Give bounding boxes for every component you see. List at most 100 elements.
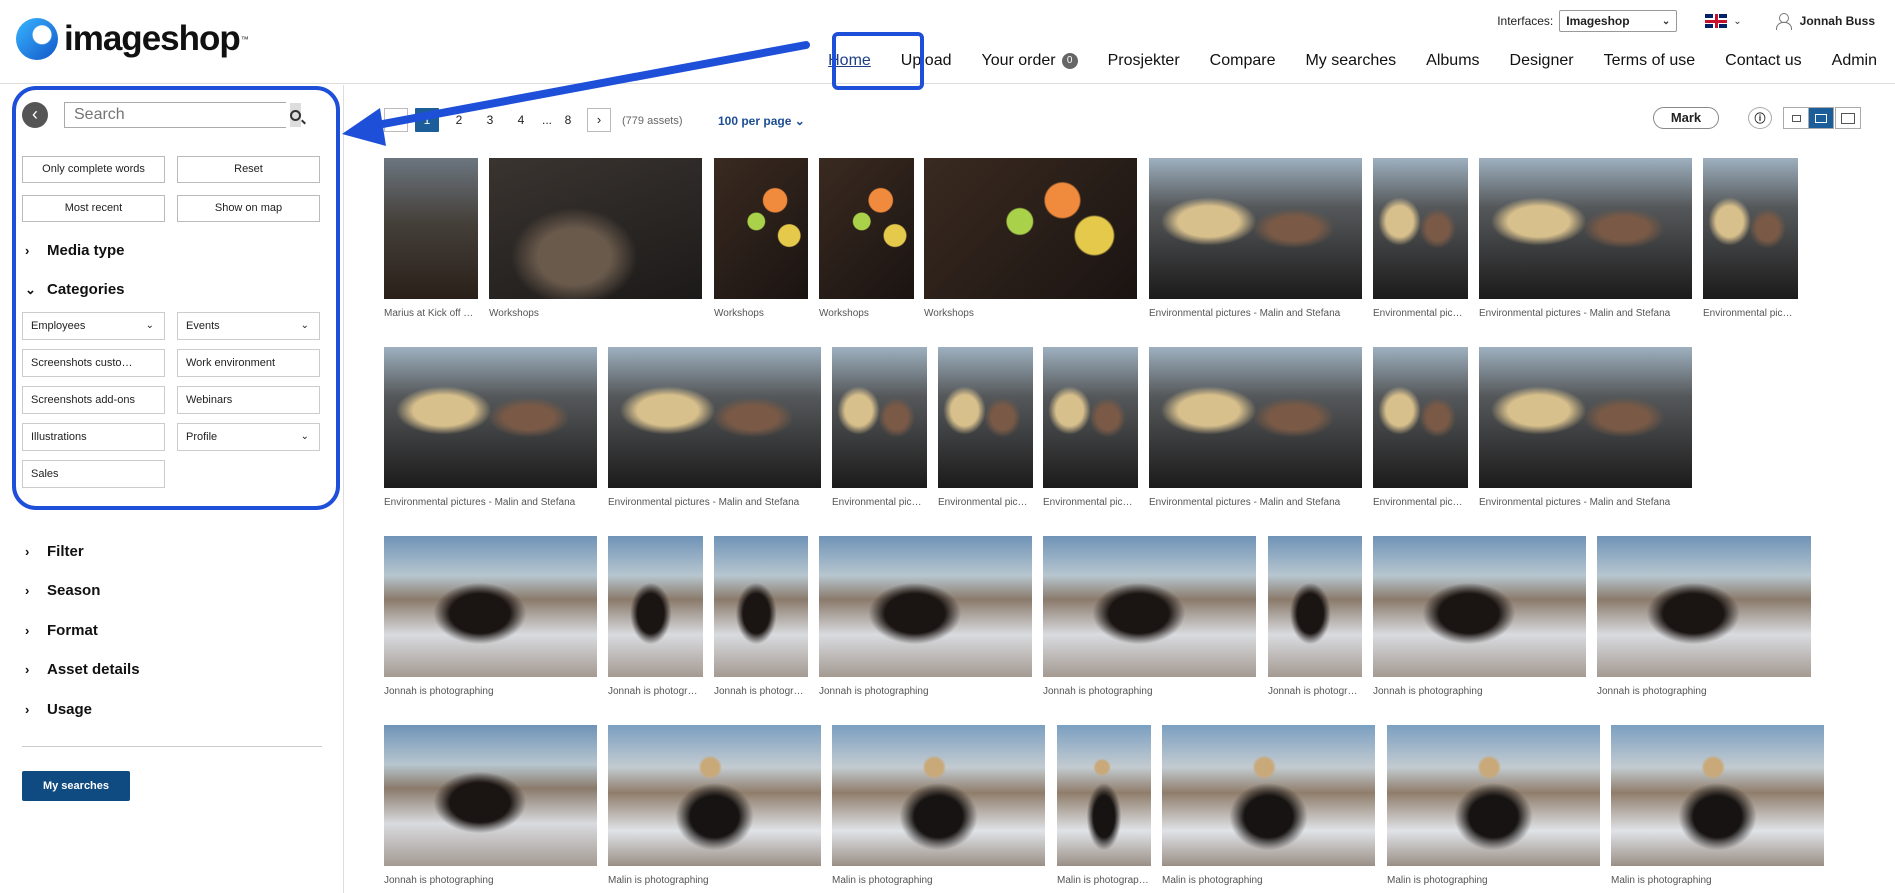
nav-designer[interactable]: Designer <box>1510 52 1574 70</box>
asset-thumbnail[interactable] <box>1479 158 1692 299</box>
category-label: Screenshots add-ons <box>31 394 135 406</box>
category-events[interactable]: Events ⌄ <box>177 312 320 340</box>
asset-thumbnail[interactable] <box>1373 536 1586 677</box>
chevron-down-icon[interactable]: ⌄ <box>1733 16 1741 27</box>
asset-thumbnail[interactable] <box>384 725 597 866</box>
asset-thumbnail[interactable] <box>832 347 927 488</box>
asset-caption: Malin is photograp… <box>1057 875 1149 886</box>
page-2[interactable]: 2 <box>447 108 471 132</box>
small-thumbnails-button[interactable] <box>1783 107 1809 129</box>
asset-thumbnail[interactable] <box>1268 536 1362 677</box>
nav-terms-of-use[interactable]: Terms of use <box>1604 52 1696 70</box>
category-screenshots-add-ons[interactable]: Screenshots add-ons <box>22 386 165 414</box>
asset-thumbnail[interactable] <box>819 158 914 299</box>
asset-thumbnail[interactable] <box>608 347 821 488</box>
reset-button[interactable]: Reset <box>177 156 320 183</box>
category-sales[interactable]: Sales <box>22 460 165 488</box>
page-3[interactable]: 3 <box>478 108 502 132</box>
category-screenshots-customers[interactable]: Screenshots custo… <box>22 349 165 377</box>
asset-thumbnail[interactable] <box>1703 158 1798 299</box>
uk-flag-icon[interactable] <box>1705 14 1728 28</box>
categories-toggle[interactable]: ⌄ Categories <box>25 281 125 298</box>
search-input[interactable] <box>65 103 290 127</box>
asset-caption: Environmental pic… <box>1703 308 1793 319</box>
search-button[interactable] <box>290 103 301 127</box>
asset-thumbnail[interactable] <box>1373 158 1468 299</box>
asset-thumbnail[interactable] <box>384 347 597 488</box>
my-searches-button[interactable]: My searches <box>22 771 130 801</box>
asset-thumbnail[interactable] <box>1597 536 1811 677</box>
asset-thumbnail[interactable] <box>1149 347 1362 488</box>
nav-admin[interactable]: Admin <box>1832 52 1877 70</box>
category-label: Webinars <box>186 394 233 406</box>
medium-thumbnails-button[interactable] <box>1808 107 1834 129</box>
asset-thumbnail[interactable] <box>938 347 1033 488</box>
page-1[interactable]: 1 <box>415 108 439 132</box>
page-8[interactable]: 8 <box>556 108 580 132</box>
user-name[interactable]: Jonnah Buss <box>1800 14 1875 28</box>
asset-thumbnail[interactable] <box>1479 347 1692 488</box>
media-type-toggle[interactable]: › Media type <box>25 242 125 259</box>
season-toggle[interactable]: › Season <box>25 582 100 599</box>
next-page-button[interactable]: › <box>587 108 611 132</box>
nav-my-searches[interactable]: My searches <box>1305 52 1396 70</box>
mark-button[interactable]: Mark <box>1653 107 1719 129</box>
large-thumbnails-button[interactable] <box>1835 107 1861 129</box>
format-toggle[interactable]: › Format <box>25 622 98 639</box>
asset-thumbnail[interactable] <box>1149 158 1362 299</box>
nav-your-order[interactable]: Your order 0 <box>982 52 1078 70</box>
asset-thumbnail[interactable] <box>832 725 1045 866</box>
asset-thumbnail[interactable] <box>714 158 808 299</box>
asset-thumbnail[interactable] <box>1387 725 1600 866</box>
asset-thumbnail[interactable] <box>714 536 808 677</box>
asset-thumbnail[interactable] <box>1043 536 1256 677</box>
per-page-select[interactable]: 100 per page ⌄ <box>718 114 805 128</box>
usage-toggle[interactable]: › Usage <box>25 701 92 718</box>
nav-compare[interactable]: Compare <box>1210 52 1276 70</box>
asset-caption: Environmental pictures - Malin and Stefa… <box>1479 308 1671 319</box>
season-label: Season <box>47 582 101 599</box>
asset-thumbnail[interactable] <box>924 158 1137 299</box>
asset-thumbnail[interactable] <box>1611 725 1824 866</box>
chevron-right-icon: › <box>25 243 30 258</box>
info-view-button[interactable]: ⓘ <box>1748 107 1772 129</box>
asset-caption: Jonnah is photographing <box>1373 686 1483 697</box>
chevron-right-icon: › <box>25 544 30 559</box>
category-work-environment[interactable]: Work environment <box>177 349 320 377</box>
asset-details-toggle[interactable]: › Asset details <box>25 661 140 678</box>
user-icon <box>1775 13 1792 30</box>
asset-thumbnail[interactable] <box>608 725 821 866</box>
asset-thumbnail[interactable] <box>1162 725 1375 866</box>
category-illustrations[interactable]: Illustrations <box>22 423 165 451</box>
page-4[interactable]: 4 <box>509 108 533 132</box>
asset-thumbnail[interactable] <box>608 536 703 677</box>
collapse-sidebar-button[interactable]: ‹ <box>22 102 48 128</box>
asset-thumbnail[interactable] <box>1043 347 1138 488</box>
asset-thumbnail[interactable] <box>1373 347 1468 488</box>
show-on-map-button[interactable]: Show on map <box>177 195 320 222</box>
asset-thumbnail[interactable] <box>819 536 1032 677</box>
interface-select[interactable]: Imageshop ⌄ <box>1559 10 1678 32</box>
nav-prosjekter[interactable]: Prosjekter <box>1108 52 1180 70</box>
asset-thumbnail[interactable] <box>384 158 478 299</box>
asset-caption: Jonnah is photographing <box>1597 686 1707 697</box>
asset-thumbnail[interactable] <box>1057 725 1151 866</box>
category-profile[interactable]: Profile ⌄ <box>177 423 320 451</box>
logo-icon <box>16 18 58 60</box>
only-complete-words-button[interactable]: Only complete words <box>22 156 165 183</box>
category-webinars[interactable]: Webinars <box>177 386 320 414</box>
filter-toggle[interactable]: › Filter <box>25 543 84 560</box>
asset-caption: Malin is photographing <box>832 875 933 886</box>
category-employees[interactable]: Employees ⌄ <box>22 312 165 340</box>
search-box <box>64 102 301 128</box>
prev-page-button[interactable]: ‹ <box>384 108 408 132</box>
sidebar-divider <box>22 746 322 747</box>
chevron-down-icon: ⌄ <box>794 114 805 128</box>
nav-contact-us[interactable]: Contact us <box>1725 52 1801 70</box>
logo-text: imageshop <box>64 19 241 58</box>
asset-thumbnail[interactable] <box>384 536 597 677</box>
nav-albums[interactable]: Albums <box>1426 52 1479 70</box>
imageshop-logo[interactable]: imageshop ™ <box>16 16 249 62</box>
most-recent-button[interactable]: Most recent <box>22 195 165 222</box>
asset-thumbnail[interactable] <box>489 158 702 299</box>
